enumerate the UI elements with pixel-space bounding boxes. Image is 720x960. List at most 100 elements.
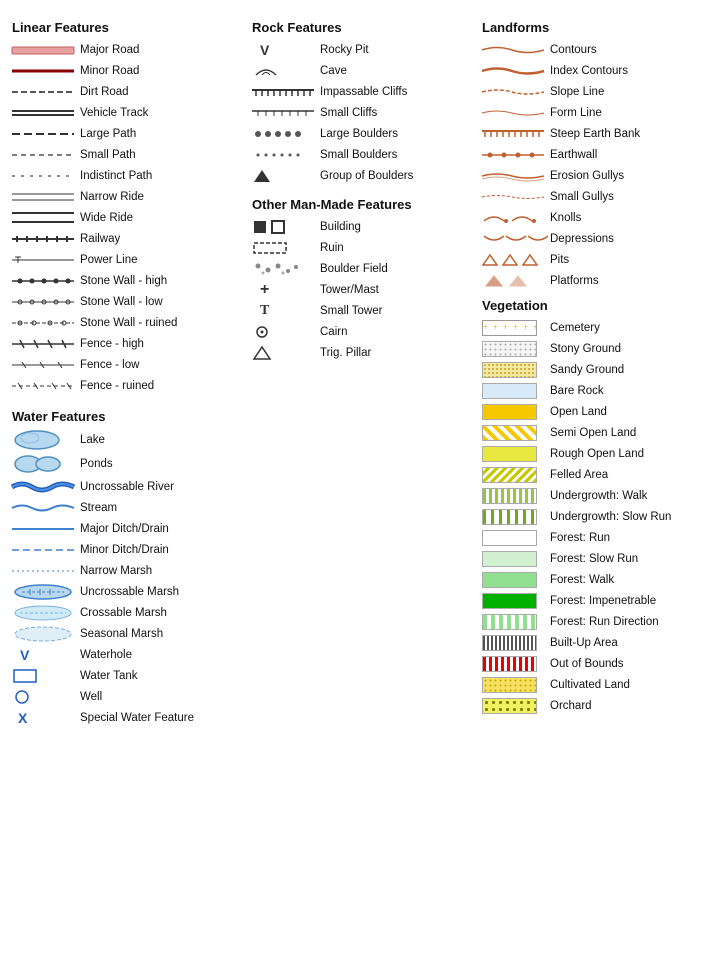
slope-line-label: Slope Line	[550, 86, 720, 98]
semi-open-land-symbol	[482, 425, 550, 441]
dirt-road-symbol	[12, 88, 80, 96]
list-item: V Waterhole	[12, 646, 242, 664]
rough-open-land-label: Rough Open Land	[550, 448, 720, 460]
indistinct-path-label: Indistinct Path	[80, 170, 242, 182]
column-3: Landforms Contours Index Contours	[482, 10, 720, 730]
knolls-label: Knolls	[550, 212, 720, 224]
small-cliffs-label: Small Cliffs	[320, 107, 472, 119]
small-tower-label: Small Tower	[320, 305, 472, 317]
list-item: Forest: Walk	[482, 571, 720, 589]
seasonal-marsh-symbol	[12, 626, 80, 642]
list-item: Well	[12, 688, 242, 706]
form-line-label: Form Line	[550, 107, 720, 119]
stony-ground-symbol	[482, 341, 550, 357]
list-item: Wide Ride	[12, 209, 242, 227]
water-tank-symbol	[12, 668, 80, 684]
large-boulders-symbol	[252, 129, 320, 139]
cemetery-symbol	[482, 320, 550, 336]
list-item: T Small Tower	[252, 302, 472, 320]
trig-pillar-label: Trig. Pillar	[320, 347, 472, 359]
list-item: Stony Ground	[482, 340, 720, 358]
minor-road-label: Minor Road	[80, 65, 242, 77]
building-symbol	[252, 220, 320, 234]
list-item: Fence - low	[12, 356, 242, 374]
list-item: Impassable Cliffs	[252, 83, 472, 101]
stream-symbol	[12, 501, 80, 515]
stone-wall-ruined-label: Stone Wall - ruined	[80, 317, 242, 329]
list-item: Bare Rock	[482, 382, 720, 400]
narrow-marsh-label: Narrow Marsh	[80, 565, 242, 577]
water-tank-label: Water Tank	[80, 670, 242, 682]
small-boulders-symbol	[252, 150, 320, 160]
index-contours-label: Index Contours	[550, 65, 720, 77]
crossable-marsh-symbol	[12, 605, 80, 621]
stone-wall-ruined-symbol	[12, 318, 80, 328]
forest-run-dir-symbol	[482, 614, 550, 630]
crossable-marsh-label: Crossable Marsh	[80, 607, 242, 619]
forest-imp-label: Forest: Impenetrable	[550, 595, 720, 607]
rocky-pit-symbol: V	[252, 42, 320, 58]
list-item: Small Path	[12, 146, 242, 164]
rough-open-land-symbol	[482, 446, 550, 462]
felled-area-label: Felled Area	[550, 469, 720, 481]
list-item: Rough Open Land	[482, 445, 720, 463]
orchard-label: Orchard	[550, 700, 720, 712]
group-boulders-symbol	[252, 168, 320, 184]
list-item: Boulder Field	[252, 260, 472, 278]
list-item: Railway	[12, 230, 242, 248]
list-item: Ponds	[12, 455, 242, 473]
list-item: Forest: Impenetrable	[482, 592, 720, 610]
ponds-symbol	[12, 455, 80, 473]
impassable-cliffs-symbol	[252, 87, 320, 97]
list-item: + Tower/Mast	[252, 281, 472, 299]
forest-run-dir-label: Forest: Run Direction	[550, 616, 720, 628]
list-item: Orchard	[482, 697, 720, 715]
knolls-symbol	[482, 211, 550, 225]
list-item: Vehicle Track	[12, 104, 242, 122]
list-item: Major Ditch/Drain	[12, 520, 242, 538]
forest-walk-symbol	[482, 572, 550, 588]
boulder-field-symbol	[252, 262, 320, 276]
fence-ruined-symbol	[12, 380, 80, 392]
list-item: V Rocky Pit	[252, 41, 472, 59]
list-item: Narrow Marsh	[12, 562, 242, 580]
stone-wall-high-symbol	[12, 276, 80, 286]
stone-wall-high-label: Stone Wall - high	[80, 275, 242, 287]
lake-symbol	[12, 430, 80, 450]
boulder-field-label: Boulder Field	[320, 263, 472, 275]
list-item: Trig. Pillar	[252, 344, 472, 362]
uncrossable-marsh-label: Uncrossable Marsh	[80, 586, 242, 598]
list-item: Cave	[252, 62, 472, 80]
list-item: Stream	[12, 499, 242, 517]
list-item: X Special Water Feature	[12, 709, 242, 727]
narrow-ride-symbol	[12, 192, 80, 202]
list-item: Lake	[12, 430, 242, 450]
list-item: Forest: Run	[482, 529, 720, 547]
indistinct-path-symbol	[12, 173, 80, 179]
small-tower-symbol: T	[252, 303, 320, 319]
tower-mast-symbol: +	[252, 281, 320, 299]
minor-ditch-symbol	[12, 546, 80, 554]
undergrowth-slow-run-label: Undergrowth: Slow Run	[550, 511, 720, 523]
list-item: Semi Open Land	[482, 424, 720, 442]
cave-symbol	[252, 63, 320, 79]
cultivated-land-symbol	[482, 677, 550, 693]
sandy-ground-symbol	[482, 362, 550, 378]
list-item: Platforms	[482, 272, 720, 290]
small-cliffs-symbol	[252, 109, 320, 117]
list-item: Contours	[482, 41, 720, 59]
bare-rock-label: Bare Rock	[550, 385, 720, 397]
major-road-symbol	[12, 45, 80, 55]
list-item: Large Path	[12, 125, 242, 143]
special-water-label: Special Water Feature	[80, 712, 242, 724]
fence-ruined-label: Fence - ruined	[80, 380, 242, 392]
list-item: Built-Up Area	[482, 634, 720, 652]
cairn-label: Cairn	[320, 326, 472, 338]
pits-label: Pits	[550, 254, 720, 266]
list-item: Ruin	[252, 239, 472, 257]
list-item: Power Line	[12, 251, 242, 269]
rock-title: Rock Features	[252, 20, 472, 35]
narrow-ride-label: Narrow Ride	[80, 191, 242, 203]
major-ditch-label: Major Ditch/Drain	[80, 523, 242, 535]
small-gullys-label: Small Gullys	[550, 191, 720, 203]
